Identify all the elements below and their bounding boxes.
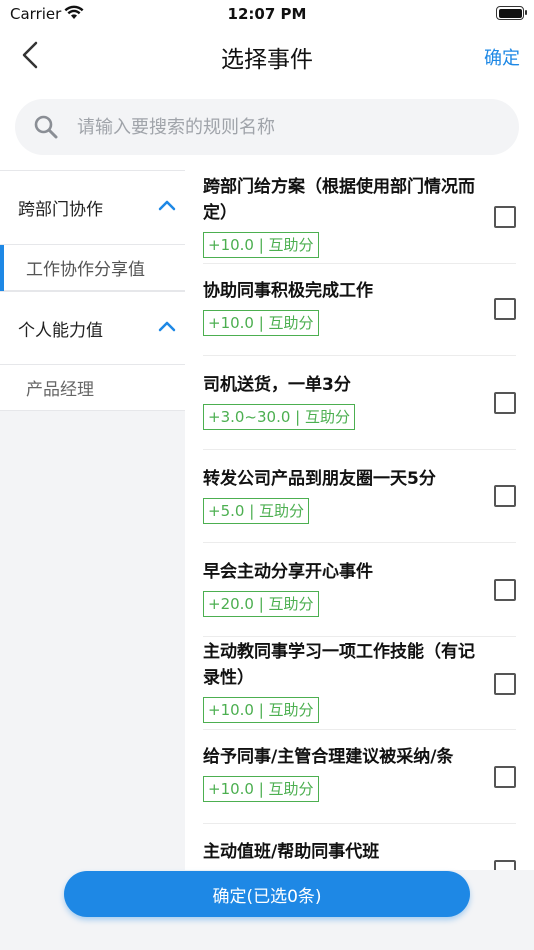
event-checkbox[interactable] — [494, 392, 516, 414]
status-bar: Carrier 12:07 PM — [0, 0, 534, 28]
category-panel: 跨部门协作 工作协作分享值 个人能力值 产品经理 — [0, 170, 185, 870]
event-title: 早会主动分享开心事件 — [203, 562, 373, 582]
category-item-work-collaboration[interactable]: 工作协作分享值 — [0, 245, 185, 291]
search-bar[interactable] — [15, 99, 519, 155]
chevron-up-icon — [158, 321, 176, 332]
category-item-label: 工作协作分享值 — [26, 260, 145, 280]
score-tag: +10.0 | 互助分 — [203, 776, 319, 802]
score-tag: +10.0 | 互助分 — [203, 310, 319, 336]
event-title: 协助同事积极完成工作 — [203, 281, 373, 301]
event-title: 跨部门给方案（根据使用部门情况而定） — [203, 177, 475, 223]
event-checkbox[interactable] — [494, 206, 516, 228]
chevron-up-icon — [158, 200, 176, 211]
navigation-bar: 选择事件 确定 — [0, 28, 534, 84]
category-label: 跨部门协作 — [18, 200, 103, 220]
event-row[interactable]: 协助同事积极完成工作 +10.0 | 互助分 — [203, 264, 516, 356]
confirm-button[interactable]: 确定 — [484, 44, 520, 70]
score-tag: +3.0~30.0 | 互助分 — [203, 404, 355, 430]
battery-icon — [496, 6, 527, 20]
event-title: 转发公司产品到朋友圈一天5分 — [203, 469, 436, 489]
category-header-personal-ability[interactable]: 个人能力值 — [0, 291, 185, 365]
event-row[interactable]: 转发公司产品到朋友圈一天5分 +5.0 | 互助分 — [203, 450, 516, 543]
event-row[interactable]: 早会主动分享开心事件 +20.0 | 互助分 — [203, 543, 516, 637]
event-row[interactable]: 主动值班/帮助同事代班 — [203, 824, 516, 870]
event-title: 司机送货，一单3分 — [203, 375, 351, 395]
event-title: 主动值班/帮助同事代班 — [203, 842, 380, 862]
event-checkbox[interactable] — [494, 298, 516, 320]
event-checkbox[interactable] — [494, 579, 516, 601]
category-header-cross-department[interactable]: 跨部门协作 — [0, 171, 185, 245]
event-title: 主动教同事学习一项工作技能（有记录性） — [203, 642, 475, 688]
submit-button[interactable]: 确定(已选0条) — [64, 871, 470, 917]
search-icon — [33, 114, 59, 144]
bottom-bar: 确定(已选0条) — [0, 870, 534, 950]
event-list: 跨部门给方案（根据使用部门情况而定） +10.0 | 互助分 协助同事积极完成工… — [185, 170, 534, 870]
score-tag: +10.0 | 互助分 — [203, 697, 319, 723]
category-label: 个人能力值 — [18, 320, 103, 341]
score-tag: +10.0 | 互助分 — [203, 232, 319, 258]
event-row[interactable]: 主动教同事学习一项工作技能（有记录性） +10.0 | 互助分 — [203, 637, 516, 730]
event-checkbox[interactable] — [494, 673, 516, 695]
event-row[interactable]: 跨部门给方案（根据使用部门情况而定） +10.0 | 互助分 — [203, 172, 516, 264]
event-row[interactable]: 司机送货，一单3分 +3.0~30.0 | 互助分 — [203, 356, 516, 450]
clock: 12:07 PM — [227, 5, 307, 23]
search-input[interactable] — [77, 99, 497, 155]
event-row[interactable]: 给予同事/主管合理建议被采纳/条 +10.0 | 互助分 — [203, 730, 516, 824]
category-item-label: 产品经理 — [26, 380, 94, 400]
event-checkbox[interactable] — [494, 485, 516, 507]
event-checkbox[interactable] — [494, 860, 516, 870]
page-title: 选择事件 — [221, 47, 313, 73]
score-tag: +20.0 | 互助分 — [203, 591, 319, 617]
score-tag: +5.0 | 互助分 — [203, 498, 310, 524]
event-checkbox[interactable] — [494, 766, 516, 788]
category-item-product-manager[interactable]: 产品经理 — [0, 365, 185, 411]
event-title: 给予同事/主管合理建议被采纳/条 — [203, 747, 454, 767]
